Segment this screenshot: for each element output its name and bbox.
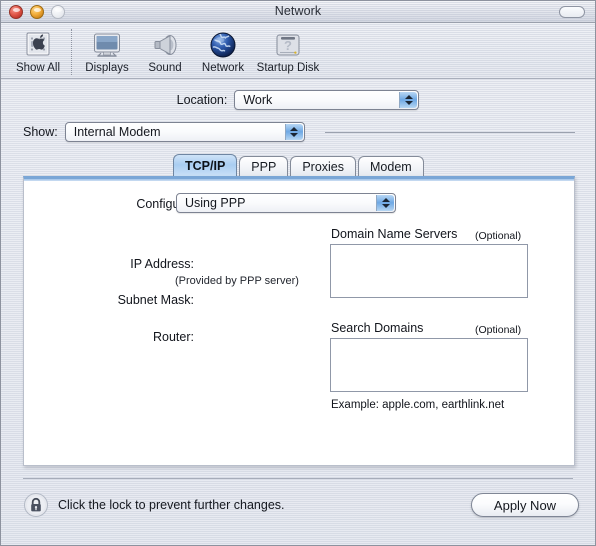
ip-address-note: (Provided by PPP server): [175, 275, 299, 287]
chevron-updown-icon: [376, 195, 394, 211]
network-preferences-window: Network Show All Displays Sound Network …: [0, 0, 596, 546]
toolbar-item-show-all[interactable]: Show All: [9, 27, 67, 74]
startup-disk-icon: ?: [272, 29, 304, 61]
displays-icon: [91, 29, 123, 61]
subnet-mask-label: Subnet Mask:: [117, 293, 194, 307]
tab-label: PPP: [251, 160, 277, 174]
toolbar-item-label: Sound: [148, 62, 182, 74]
configure-value: Using PPP: [185, 196, 246, 210]
tcp-ip-panel: Configure: Using PPP IP Address: (Provid…: [23, 176, 575, 466]
show-value: Internal Modem: [73, 125, 161, 139]
sound-icon: [149, 29, 181, 61]
search-domains-title: Search Domains: [331, 321, 424, 335]
search-domains-example: Example: apple.com, earthlink.net: [331, 399, 505, 411]
dns-optional-label: (Optional): [475, 230, 522, 242]
tab-ppp[interactable]: PPP: [239, 156, 289, 177]
show-popup-button[interactable]: Internal Modem: [64, 122, 305, 142]
title-bar[interactable]: Network: [1, 1, 595, 23]
search-domains-optional-label: (Optional): [475, 324, 522, 336]
toolbar-item-network[interactable]: Network: [194, 27, 252, 74]
configure-popup-button[interactable]: Using PPP: [176, 193, 396, 213]
dns-servers-textarea[interactable]: [330, 244, 528, 298]
toolbar-item-displays[interactable]: Displays: [78, 27, 136, 74]
show-row: Show: Internal Modem: [23, 122, 305, 142]
svg-text:?: ?: [284, 38, 292, 53]
toolbar-separator: [71, 29, 72, 75]
locked-padlock-icon[interactable]: [23, 492, 49, 518]
show-row-divider: [325, 132, 575, 133]
dns-title: Domain Name Servers: [331, 227, 458, 241]
show-label: Show:: [23, 125, 58, 139]
tab-label: TCP/IP: [185, 159, 226, 173]
tab-strip: TCP/IP PPP Proxies Modem: [1, 154, 595, 178]
apply-now-button[interactable]: Apply Now: [471, 493, 579, 517]
toolbar-item-startup-disk[interactable]: ? Startup Disk: [252, 27, 324, 74]
tab-label: Proxies: [302, 160, 344, 174]
search-domains-textarea[interactable]: [330, 338, 528, 392]
location-value: Work: [243, 93, 273, 107]
tab-tcp-ip[interactable]: TCP/IP: [173, 154, 238, 177]
window-title: Network: [274, 4, 322, 18]
toolbar-item-sound[interactable]: Sound: [136, 27, 194, 74]
network-globe-icon: [207, 29, 239, 61]
chevron-updown-icon: [284, 124, 303, 140]
configure-label: Configure:: [136, 197, 194, 211]
footer-bar: Click the lock to prevent further change…: [1, 483, 595, 527]
toolbar: Show All Displays Sound Network ? Startu…: [1, 23, 595, 79]
preferences-body: Location: Work Show: Internal Modem TCP/…: [1, 79, 595, 517]
chevron-updown-icon: [399, 92, 418, 108]
toolbar-toggle-button[interactable]: [559, 6, 585, 18]
apply-now-label: Apply Now: [493, 497, 557, 513]
toolbar-item-label: Displays: [85, 62, 129, 74]
lock-instruction-text: Click the lock to prevent further change…: [58, 498, 285, 512]
ip-address-label: IP Address:: [130, 257, 194, 271]
footer-divider: [23, 478, 573, 479]
location-popup-button[interactable]: Work: [234, 90, 420, 110]
tab-label: Modem: [370, 160, 412, 174]
location-label: Location:: [176, 93, 228, 107]
toolbar-item-label: Show All: [15, 62, 61, 74]
show-all-icon: [22, 29, 54, 61]
tab-modem[interactable]: Modem: [358, 156, 424, 177]
toolbar-item-label: Network: [201, 62, 245, 74]
location-row: Location: Work: [1, 90, 595, 110]
tab-proxies[interactable]: Proxies: [290, 156, 356, 177]
toolbar-item-label: Startup Disk: [256, 62, 320, 74]
router-label: Router:: [153, 330, 194, 344]
